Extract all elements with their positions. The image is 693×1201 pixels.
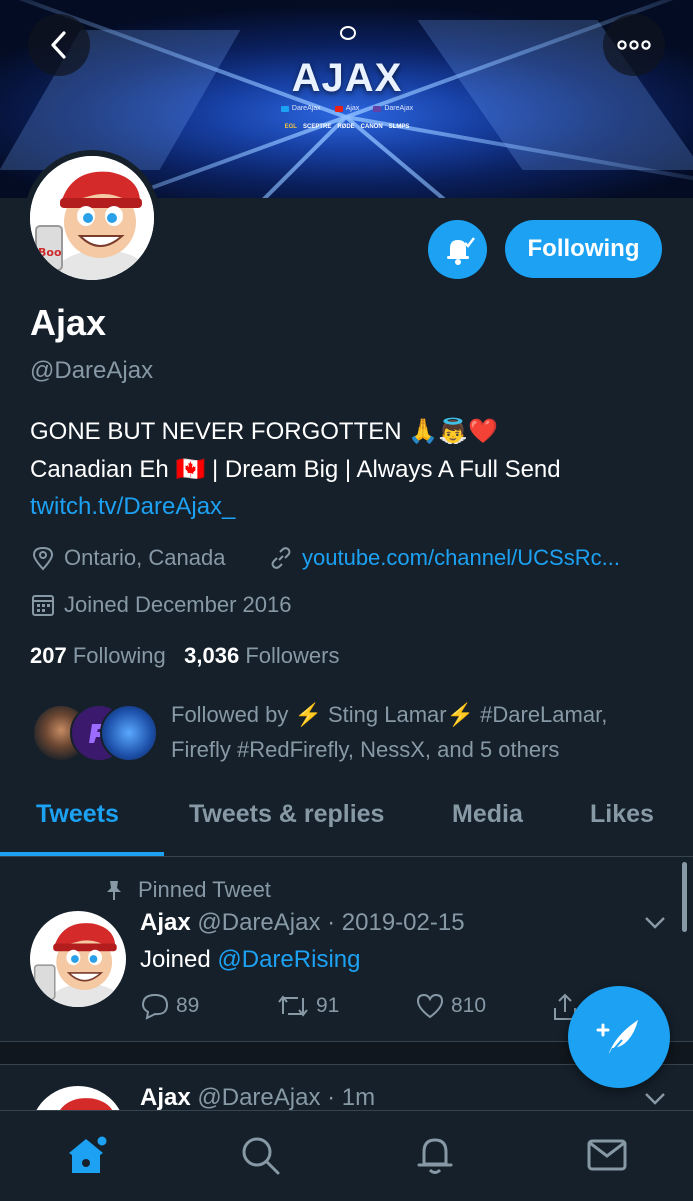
compose-feather-icon [596, 1020, 638, 1057]
more-horizontal-icon [617, 40, 651, 50]
retweet-button[interactable]: 91 [276, 992, 339, 1020]
nav-notifications[interactable] [413, 1133, 457, 1177]
tab-likes[interactable]: Likes [590, 800, 654, 829]
tweet-mention[interactable]: @DareRising [217, 946, 360, 973]
nav-messages[interactable] [585, 1133, 629, 1177]
chevron-down-icon-2[interactable] [644, 1092, 666, 1106]
location-pin-icon [32, 546, 54, 571]
messages-icon [587, 1139, 627, 1171]
followers-link[interactable]: 3,036 Followers [184, 643, 339, 668]
followed-by-text[interactable]: Followed by ⚡ Sting Lamar⚡ #DareLamar, F… [171, 697, 671, 767]
active-tab-indicator [0, 852, 164, 856]
bio-line-2: Canadian Eh 🇨🇦 | Dream Big | Always A Fu… [30, 456, 561, 483]
tweet-author-name[interactable]: Ajax [140, 909, 191, 936]
bell-check-icon [446, 236, 475, 265]
link-icon [271, 547, 291, 569]
bio-link[interactable]: twitch.tv/DareAjax_ [30, 493, 235, 521]
profile-website[interactable]: youtube.com/channel/UCSsRc... [268, 545, 620, 571]
profile-avatar[interactable]: Boo [24, 150, 160, 286]
scrollbar[interactable] [682, 862, 687, 932]
notifications-toggle-button[interactable] [428, 220, 487, 279]
bio-line-1: GONE BUT NEVER FORGOTTEN 🙏👼❤️ [30, 418, 498, 445]
tweet-author-handle-2[interactable]: @DareAjax [197, 1084, 320, 1111]
retweet-icon [278, 995, 308, 1017]
banner-logo: AJAX DareAjax Ajax DareAjax EGL SCEPTRE … [236, 20, 458, 140]
nav-home[interactable] [64, 1133, 108, 1177]
avatar-cartoon: Boo [30, 156, 154, 280]
chevron-left-icon [51, 31, 66, 59]
home-icon [69, 1136, 107, 1173]
svg-text:Boo: Boo [38, 246, 62, 259]
profile-handle: @DareAjax [30, 357, 154, 384]
tab-tweets[interactable]: Tweets [36, 800, 119, 829]
banner-title: AJAX [291, 56, 403, 100]
nav-search[interactable] [238, 1133, 282, 1177]
tweet-timestamp-2[interactable]: · 1m [327, 1084, 375, 1111]
tweet-author-name-2[interactable]: Ajax [140, 1084, 191, 1111]
pinned-tweet-label: Pinned Tweet [104, 877, 271, 903]
tweet-author-handle[interactable]: @DareAjax [197, 909, 320, 936]
following-link[interactable]: 207 Following [30, 643, 166, 668]
search-icon [242, 1137, 280, 1175]
notifications-icon [417, 1138, 453, 1174]
profile-joined: Joined December 2016 [30, 592, 291, 618]
profile-tabs: Tweets Tweets & replies Media Likes [0, 788, 693, 857]
heart-icon [416, 993, 444, 1019]
back-button[interactable] [28, 14, 90, 76]
tab-tweets-replies[interactable]: Tweets & replies [189, 800, 384, 829]
profile-name: Ajax [30, 302, 107, 343]
follower-avatar-3[interactable] [100, 704, 158, 762]
compose-tweet-button[interactable] [568, 986, 670, 1088]
banner-socials: DareAjax Ajax DareAjax [236, 105, 458, 112]
pin-icon [107, 881, 121, 900]
chevron-down-icon[interactable] [644, 916, 666, 930]
tweet-timestamp[interactable]: · 2019-02-15 [327, 909, 464, 936]
reply-button[interactable]: 89 [140, 992, 199, 1020]
like-button[interactable]: 810 [415, 992, 486, 1020]
reply-icon [141, 993, 169, 1020]
follow-counts: 207 Following 3,036 Followers [30, 643, 339, 669]
calendar-icon [32, 595, 54, 616]
tweet-avatar[interactable] [30, 911, 126, 1007]
bottom-navigation [0, 1110, 693, 1201]
more-button[interactable] [603, 14, 665, 76]
tweet-header: Ajax @DareAjax · 2019-02-15 [140, 909, 465, 937]
tab-media[interactable]: Media [452, 800, 523, 829]
following-button[interactable]: Following [505, 220, 662, 278]
banner-sponsors: EGL SCEPTRE RØDE CANON SLMPS [284, 124, 410, 130]
tweet-header-2: Ajax @DareAjax · 1m [140, 1084, 375, 1112]
tweet-text: Joined @DareRising [140, 946, 361, 973]
profile-location: Ontario, Canada [30, 545, 225, 571]
